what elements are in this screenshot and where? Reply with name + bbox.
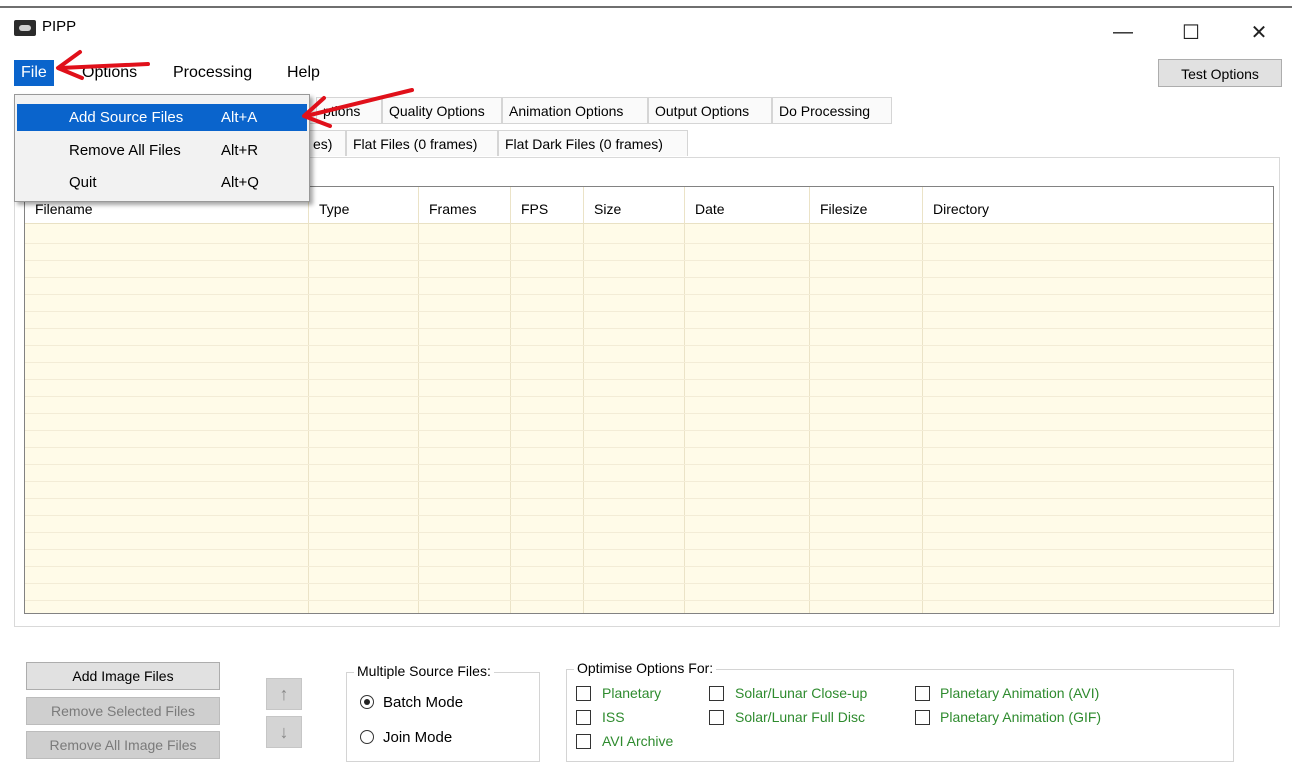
row-line <box>25 515 1273 516</box>
row-line <box>25 345 1273 346</box>
row-line <box>25 294 1273 295</box>
menu-item-shortcut: Alt+Q <box>221 174 259 191</box>
planetary-animation-avi-checkbox[interactable] <box>915 686 930 701</box>
row-line <box>25 464 1273 465</box>
arrow-down-icon: ↓ <box>279 722 289 742</box>
menu-item-quit[interactable]: Quit Alt+Q <box>17 169 307 196</box>
multiple-source-files-legend: Multiple Source Files: <box>354 663 494 679</box>
annotation-arrow-icon <box>56 50 150 80</box>
title-bar <box>0 8 1292 54</box>
planetary-label[interactable]: Planetary <box>602 685 661 701</box>
menu-item-shortcut: Alt+R <box>221 142 259 159</box>
join-mode-label[interactable]: Join Mode <box>383 729 452 746</box>
multiple-source-files-group <box>346 672 540 762</box>
subtab-source-partial[interactable]: es) <box>306 130 346 156</box>
row-line <box>25 447 1273 448</box>
row-line <box>25 430 1273 431</box>
subtab-flat-dark-files[interactable]: Flat Dark Files (0 frames) <box>498 130 688 156</box>
menu-item-add-source-files[interactable]: Add Source Files Alt+A <box>17 104 307 131</box>
row-line <box>25 498 1273 499</box>
menu-item-label: Add Source Files <box>69 109 184 126</box>
iss-label[interactable]: ISS <box>602 709 625 725</box>
app-icon <box>14 20 36 36</box>
subtab-flat-files[interactable]: Flat Files (0 frames) <box>346 130 498 156</box>
column-fps[interactable]: FPS <box>511 187 548 223</box>
planetary-checkbox[interactable] <box>576 686 591 701</box>
planetary-animation-avi-label[interactable]: Planetary Animation (AVI) <box>940 685 1099 701</box>
file-menu-dropdown: Add Source Files Alt+A Remove All Files … <box>14 94 310 202</box>
add-image-files-button[interactable]: Add Image Files <box>26 662 220 690</box>
arrow-up-icon: ↑ <box>279 684 289 704</box>
row-line <box>25 379 1273 380</box>
row-line <box>25 362 1273 363</box>
solar-lunar-closeup-checkbox[interactable] <box>709 686 724 701</box>
column-filesize[interactable]: Filesize <box>810 187 867 223</box>
move-up-button[interactable]: ↑ <box>266 678 302 710</box>
row-line <box>25 583 1273 584</box>
planetary-animation-gif-label[interactable]: Planetary Animation (GIF) <box>940 709 1101 725</box>
menu-item-label: Quit <box>69 174 97 191</box>
row-line <box>25 566 1273 567</box>
avi-archive-label[interactable]: AVI Archive <box>602 733 673 749</box>
column-directory[interactable]: Directory <box>923 187 989 223</box>
iss-checkbox[interactable] <box>576 710 591 725</box>
row-line <box>25 396 1273 397</box>
row-line <box>25 260 1273 261</box>
remove-all-image-files-button[interactable]: Remove All Image Files <box>26 731 220 759</box>
solar-lunar-full-disc-label[interactable]: Solar/Lunar Full Disc <box>735 709 865 725</box>
remove-selected-files-button[interactable]: Remove Selected Files <box>26 697 220 725</box>
row-line <box>25 532 1273 533</box>
menu-item-label: Remove All Files <box>69 142 181 159</box>
menu-processing[interactable]: Processing <box>166 60 259 86</box>
optimise-options-legend: Optimise Options For: <box>574 660 717 676</box>
menu-item-shortcut: Alt+A <box>221 109 258 126</box>
column-date[interactable]: Date <box>685 187 725 223</box>
row-line <box>25 328 1273 329</box>
minimize-icon: — <box>1113 20 1133 43</box>
join-mode-radio[interactable] <box>360 730 374 744</box>
batch-mode-label[interactable]: Batch Mode <box>383 694 463 711</box>
avi-archive-checkbox[interactable] <box>576 734 591 749</box>
row-line <box>25 311 1273 312</box>
row-line <box>25 600 1273 601</box>
move-down-button[interactable]: ↓ <box>266 716 302 748</box>
batch-mode-radio[interactable] <box>360 695 374 709</box>
solar-lunar-full-disc-checkbox[interactable] <box>709 710 724 725</box>
window-title: PIPP <box>42 18 77 35</box>
row-line <box>25 243 1273 244</box>
close-icon: ✕ <box>1250 21 1268 44</box>
minimize-button[interactable]: — <box>1100 14 1146 50</box>
row-line <box>25 481 1273 482</box>
row-line <box>25 549 1273 550</box>
planetary-animation-gif-checkbox[interactable] <box>915 710 930 725</box>
menu-item-remove-all-files[interactable]: Remove All Files Alt+R <box>17 137 307 164</box>
source-files-list[interactable]: Filename Type Frames FPS Size Date Files… <box>24 186 1274 614</box>
row-line <box>25 413 1273 414</box>
column-size[interactable]: Size <box>584 187 621 223</box>
maximize-button[interactable]: ☐ <box>1168 14 1214 50</box>
solar-lunar-closeup-label[interactable]: Solar/Lunar Close-up <box>735 685 867 701</box>
column-type[interactable]: Type <box>309 187 349 223</box>
close-button[interactable]: ✕ <box>1236 14 1282 50</box>
tab-do-processing[interactable]: Do Processing <box>772 97 892 123</box>
column-frames[interactable]: Frames <box>419 187 476 223</box>
row-line <box>25 277 1273 278</box>
maximize-icon: ☐ <box>1182 21 1200 44</box>
tab-output-options[interactable]: Output Options <box>648 97 772 123</box>
annotation-arrow-icon <box>302 88 414 128</box>
tab-animation-options[interactable]: Animation Options <box>502 97 648 123</box>
test-options-button[interactable]: Test Options <box>1158 59 1282 87</box>
